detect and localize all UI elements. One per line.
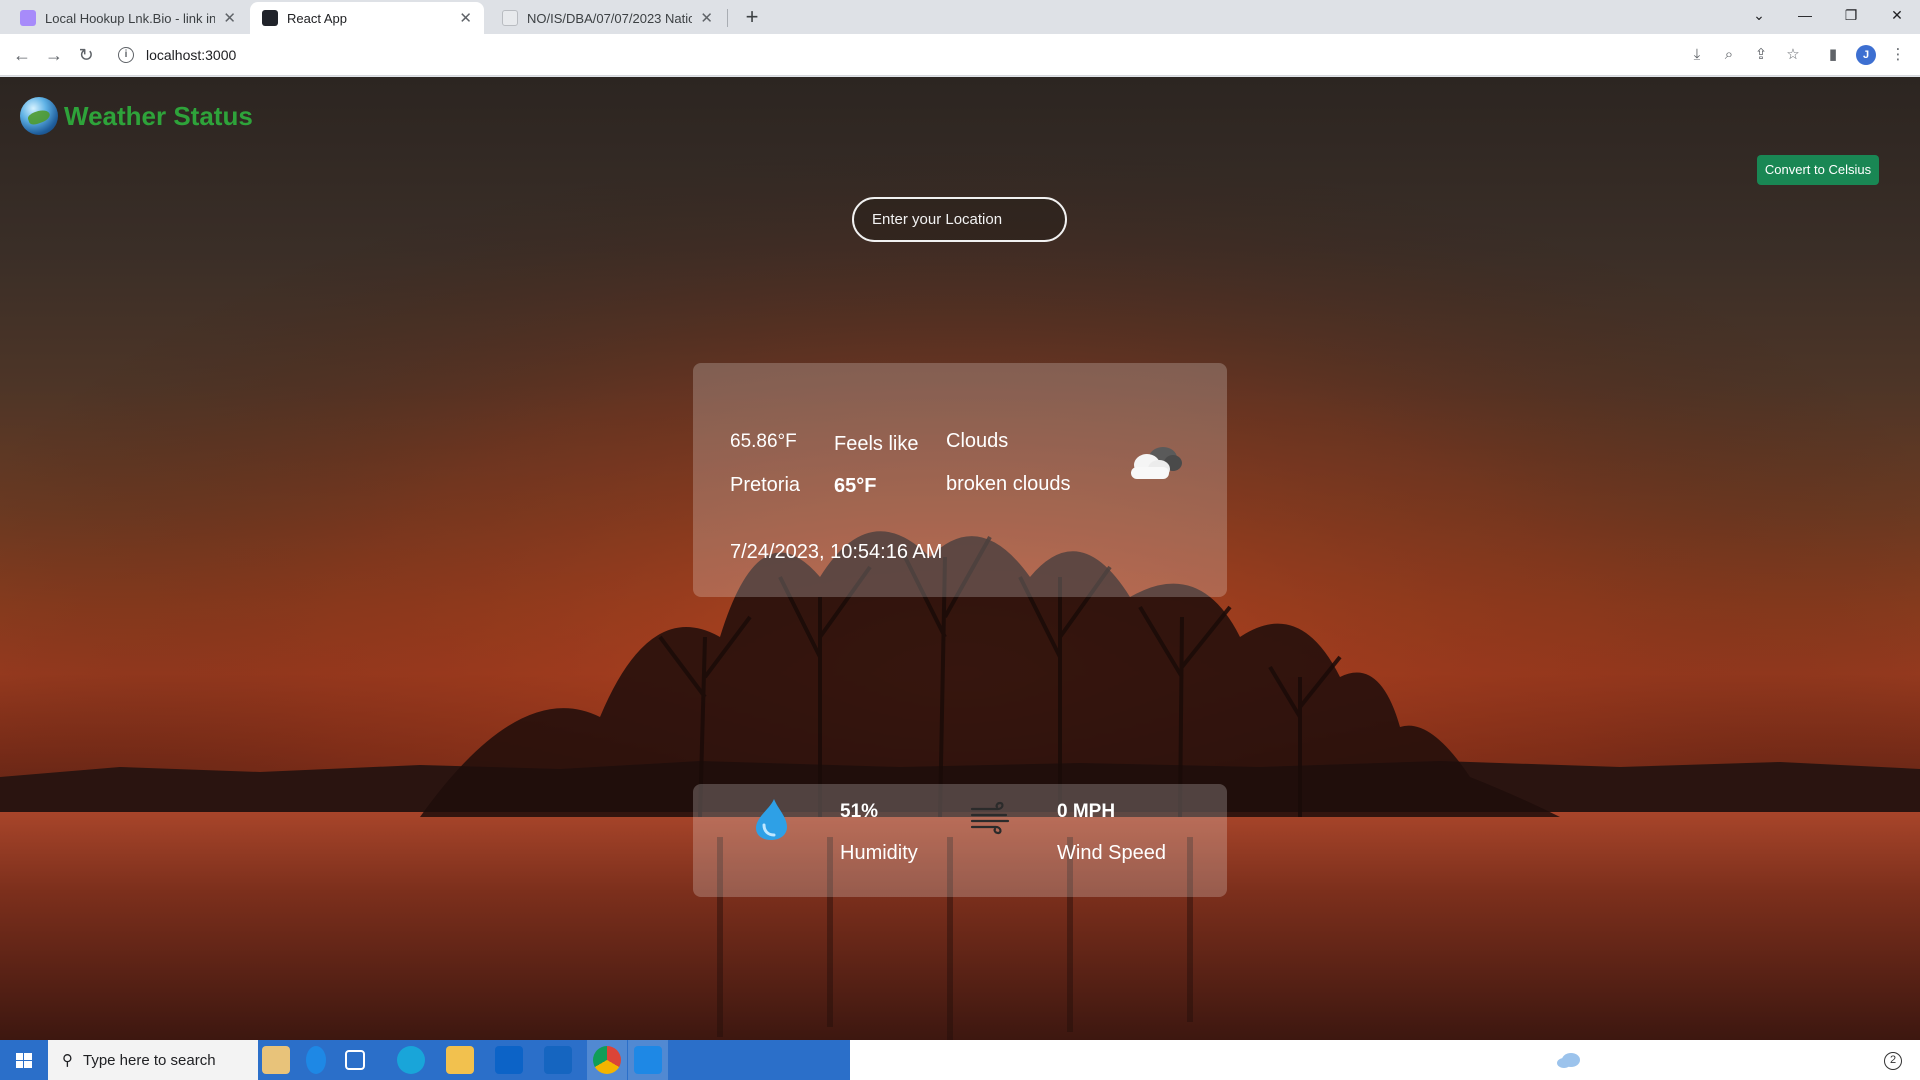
humidity-value: 51%: [840, 801, 879, 822]
brand-name: Weather Status: [64, 100, 253, 131]
tab-react-app[interactable]: React App ✕: [250, 2, 484, 34]
cloud-icon: [1131, 447, 1182, 479]
windows-start-icon[interactable]: [0, 1040, 48, 1080]
profile-avatar[interactable]: J: [1856, 45, 1876, 65]
site-info-icon[interactable]: i: [118, 47, 134, 63]
new-tab-button[interactable]: +: [738, 3, 766, 31]
install-app-icon[interactable]: ⤓: [1687, 45, 1707, 65]
tab-favicon-icon: [20, 10, 36, 26]
date-time: 7/24/2023, 10:54:16 AM: [730, 541, 943, 563]
bookmark-star-icon[interactable]: ☆: [1783, 45, 1803, 65]
share-icon[interactable]: ⇪: [1751, 45, 1771, 65]
taskbar-tray-area: [850, 1040, 1920, 1080]
browser-tab-strip: Local Hookup Lnk.Bio - link in bio ✕ Rea…: [0, 0, 1920, 34]
wind-speed-value: 0 MPH: [1057, 801, 1116, 822]
feels-like-label: Feels like: [834, 433, 919, 455]
tab-title: React App: [287, 10, 347, 26]
weather-condition: Clouds: [946, 430, 1009, 452]
tab-title: Local Hookup Lnk.Bio - link in bio: [45, 10, 216, 26]
forward-arrow-icon[interactable]: →: [40, 41, 68, 69]
weather-page: Weather Status Convert to Celsius Enter …: [0, 77, 1920, 1040]
tab-title: NO/IS/DBA/07/07/2023 National: [527, 10, 693, 26]
search-highlights-bottle-icon[interactable]: [306, 1046, 326, 1074]
feels-like-value: 65°F: [834, 475, 877, 497]
edge-browser-icon[interactable]: [397, 1046, 425, 1074]
globe-icon: [20, 97, 58, 135]
search-icon: ⚲: [62, 1052, 73, 1069]
reload-icon[interactable]: ↻: [72, 41, 100, 69]
chrome-icon[interactable]: [593, 1046, 621, 1074]
react-favicon-icon: [262, 10, 278, 26]
search-highlights-icon[interactable]: [262, 1046, 290, 1074]
tab-close-icon[interactable]: ✕: [459, 9, 472, 27]
location-search-input[interactable]: Enter your Location: [852, 197, 1067, 242]
restore-button[interactable]: ❐: [1828, 0, 1874, 30]
back-arrow-icon[interactable]: ←: [8, 41, 36, 69]
task-view-icon[interactable]: [345, 1050, 365, 1070]
tab-local-hookup[interactable]: Local Hookup Lnk.Bio - link in bio ✕: [8, 2, 248, 34]
brand-logo[interactable]: Weather Status: [20, 97, 253, 135]
convert-to-celsius-button[interactable]: Convert to Celsius: [1757, 155, 1879, 185]
taskbar-search-placeholder: Type here to search: [83, 1051, 216, 1069]
wind-speed-label: Wind Speed: [1057, 842, 1166, 864]
tab-close-icon[interactable]: ✕: [700, 9, 713, 27]
file-explorer-icon[interactable]: [446, 1046, 474, 1074]
browser-toolbar: ← → ↻ i localhost:3000 ⤓ ⌕ ⇪ ☆ ▮ J ⋮: [0, 34, 1920, 76]
microsoft-store-icon[interactable]: [495, 1046, 523, 1074]
tab-separator: [727, 9, 728, 27]
vscode-icon[interactable]: [634, 1046, 662, 1074]
windows-taskbar: ⚲ Type here to search: [0, 1040, 1920, 1080]
weather-stats-card: 51% Humidity 0 MPH Wind Speed: [693, 784, 1227, 897]
zoom-icon[interactable]: ⌕: [1719, 45, 1739, 65]
weather-description: broken clouds: [946, 473, 1071, 495]
side-panel-icon[interactable]: ▮: [1823, 45, 1843, 65]
mail-icon[interactable]: [544, 1046, 572, 1074]
onedrive-cloud-icon[interactable]: [1556, 1052, 1582, 1068]
wind-icon: [970, 801, 1010, 835]
tab-search-chevron-icon[interactable]: ⌄: [1736, 0, 1782, 30]
city-name: Pretoria: [730, 474, 801, 496]
temperature-value: 65.86°F: [730, 431, 797, 452]
url-text: localhost:3000: [146, 47, 237, 63]
notification-center-icon[interactable]: 2: [1884, 1052, 1902, 1070]
close-window-button[interactable]: ✕: [1874, 0, 1920, 30]
water-drop-icon: [756, 799, 787, 840]
current-weather-card: 65.86°F Pretoria Feels like 65°F Clouds …: [693, 363, 1227, 597]
address-bar[interactable]: i localhost:3000: [108, 39, 1668, 71]
taskbar-search-box[interactable]: ⚲ Type here to search: [48, 1040, 258, 1080]
tab-favicon-icon: [502, 10, 518, 26]
tab-close-icon[interactable]: ✕: [223, 9, 236, 27]
minimize-button[interactable]: —: [1782, 0, 1828, 30]
tab-national[interactable]: NO/IS/DBA/07/07/2023 National ✕: [490, 2, 725, 34]
menu-kebab-icon[interactable]: ⋮: [1888, 45, 1908, 65]
humidity-label: Humidity: [840, 842, 918, 864]
